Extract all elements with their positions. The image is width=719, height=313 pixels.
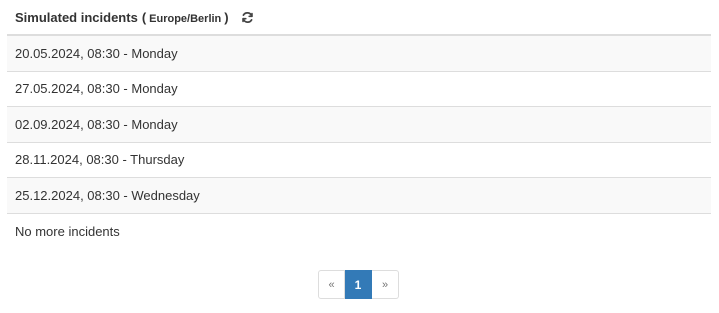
incident-row: 20.05.2024, 08:30 - Monday (7, 36, 711, 72)
pagination: « 1 » (318, 270, 399, 299)
pagination-next-button[interactable]: » (372, 270, 399, 299)
incident-row: 25.12.2024, 08:30 - Wednesday (7, 178, 711, 214)
incident-label: 02.09.2024, 08:30 - Monday (15, 116, 178, 132)
incident-row: 27.05.2024, 08:30 - Monday (7, 71, 711, 107)
panel-header: Simulated incidents (Europe/Berlin) (7, 0, 711, 36)
timezone-label: (Europe/Berlin) (142, 10, 229, 25)
incident-row: 28.11.2024, 08:30 - Thursday (7, 142, 711, 178)
pagination-page-1-button[interactable]: 1 (345, 270, 372, 299)
no-more-incidents-text: No more incidents (15, 223, 120, 239)
timezone-close-paren: ) (224, 9, 229, 25)
incident-label: 27.05.2024, 08:30 - Monday (15, 81, 178, 97)
refresh-icon[interactable] (241, 10, 255, 24)
incident-row: 02.09.2024, 08:30 - Monday (7, 107, 711, 143)
simulated-incidents-panel: Simulated incidents (Europe/Berlin) 20.0… (7, 0, 711, 249)
timezone-open-paren: ( (141, 9, 147, 25)
incident-label: 28.11.2024, 08:30 - Thursday (15, 152, 185, 168)
incident-list: 20.05.2024, 08:30 - Monday 27.05.2024, 0… (7, 36, 711, 214)
timezone-name: Europe/Berlin (149, 12, 222, 25)
pagination-prev-button[interactable]: « (318, 270, 345, 299)
incident-label: 25.12.2024, 08:30 - Wednesday (15, 187, 200, 203)
panel-title: Simulated incidents (15, 9, 138, 25)
incident-label: 20.05.2024, 08:30 - Monday (15, 45, 178, 61)
